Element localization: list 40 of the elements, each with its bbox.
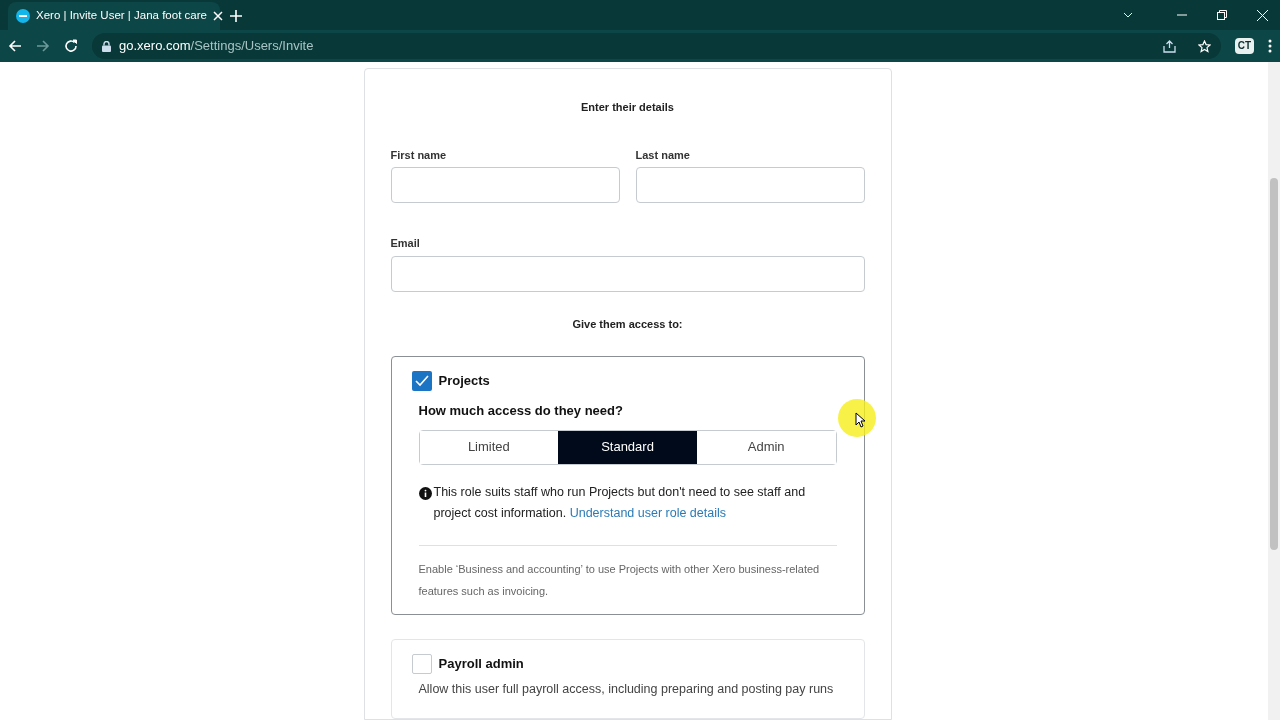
checkbox-label: Projects — [438, 372, 490, 391]
star-icon[interactable] — [1197, 39, 1211, 53]
section-heading: Enter their details — [580, 100, 675, 115]
field-label: Last name — [635, 147, 691, 163]
input-field[interactable] — [635, 167, 865, 203]
close-icon[interactable] — [212, 11, 223, 21]
question-text: How much access do they need? — [418, 402, 624, 420]
cursor-icon — [855, 412, 865, 428]
new-tab-icon[interactable] — [230, 10, 242, 22]
note-text: Enable ‘Business and accounting’ to use Projects with other Xero business-related features such as invoicing. — [418, 561, 821, 599]
menu-icon[interactable] — [1268, 39, 1272, 53]
checkbox[interactable] — [411, 371, 432, 391]
input-field[interactable] — [390, 255, 865, 292]
logo-icon — [16, 9, 30, 23]
lock-icon — [102, 40, 111, 52]
share-icon[interactable] — [1162, 39, 1176, 53]
browser-tab[interactable]: Xero | Invite User | Jana foot care — [8, 2, 220, 30]
input-field[interactable] — [390, 167, 620, 203]
tab-title: Xero | Invite User | Jana foot care — [36, 8, 207, 24]
field-label: Email — [390, 236, 421, 251]
role-details-link[interactable]: Understand user role details — [569, 505, 726, 520]
reload-icon[interactable] — [64, 39, 78, 53]
url-text: go.xero.com/Settings/Users/Invite — [119, 37, 314, 56]
back-icon[interactable] — [8, 39, 22, 53]
restore-icon[interactable] — [1217, 10, 1227, 20]
checkbox-label: Payroll admin — [438, 654, 524, 673]
profile-button[interactable]: CT — [1234, 38, 1254, 54]
chevron-down-icon[interactable] — [1123, 12, 1133, 18]
forward-icon[interactable] — [36, 39, 50, 53]
cursor-highlight — [838, 399, 876, 437]
info-icon — [418, 486, 432, 500]
scrollbar[interactable] — [1268, 62, 1280, 720]
close-icon[interactable] — [1257, 9, 1268, 21]
field-label: First name — [390, 147, 448, 163]
checkbox[interactable] — [411, 653, 432, 674]
segment-button[interactable]: Standard — [558, 430, 697, 464]
info-text: This role suits staff who run Projects but don't need to see staff and project cost information. Understand user role details — [433, 483, 807, 522]
address-bar[interactable]: go.xero.com/Settings/Users/Invite — [92, 33, 1221, 59]
section-heading: Give them access to: — [571, 316, 684, 332]
description-text: Allow this user full payroll access, including preparing and posting pay runs — [417, 680, 835, 698]
